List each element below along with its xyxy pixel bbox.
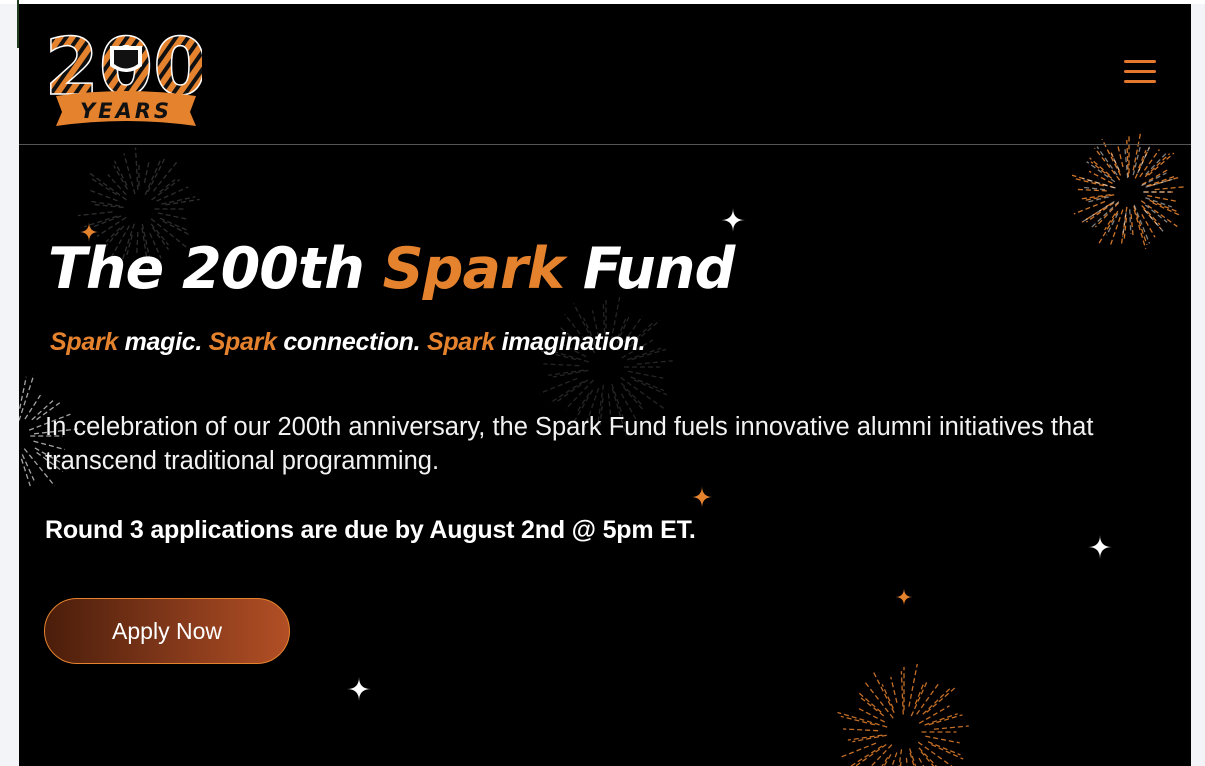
hamburger-menu-icon [1124, 60, 1156, 63]
title-text-1: The 200th [48, 236, 383, 302]
tagline-spark-3: Spark [426, 328, 495, 356]
title-text-2: Fund [563, 236, 735, 302]
tagline-text-1: magic. [117, 328, 209, 356]
sparkle-star-icon [347, 677, 371, 701]
tagline-text-3: imagination. [494, 328, 646, 356]
description-text: In celebration of our 200th anniversary,… [45, 413, 1094, 475]
spark-fund-page: 200 YEARS The 200th Spark Fund Spark mag… [19, 4, 1191, 766]
logo-ribbon-text: YEARS [80, 99, 172, 123]
sparkle-star-icon [691, 486, 713, 508]
firework-icon [1082, 144, 1173, 244]
deadline-text: Round 3 applications are due by August 2… [45, 516, 696, 544]
sparkle-star-icon [1088, 535, 1112, 559]
sparkle-star-icon [721, 208, 745, 232]
tagline-spark-1: Spark [50, 328, 118, 356]
page-title: The 200th Spark Fund [48, 236, 735, 302]
site-header: 200 YEARS [19, 4, 1191, 145]
hamburger-line [1124, 80, 1156, 83]
tagline-spark-2: Spark [208, 328, 277, 356]
200-years-logo[interactable]: 200 YEARS [50, 22, 202, 128]
firework-icon [837, 663, 969, 766]
title-highlight: Spark [382, 236, 565, 302]
sparkle-star-icon [895, 588, 913, 606]
hamburger-line [1124, 70, 1156, 73]
apply-now-button[interactable]: Apply Now [44, 598, 290, 664]
tagline-text-2: connection. [276, 328, 427, 356]
hamburger-menu-button[interactable] [1121, 56, 1157, 88]
firework-icon [1071, 133, 1185, 250]
tagline: Spark magic. Spark connection. Spark ima… [50, 328, 646, 357]
